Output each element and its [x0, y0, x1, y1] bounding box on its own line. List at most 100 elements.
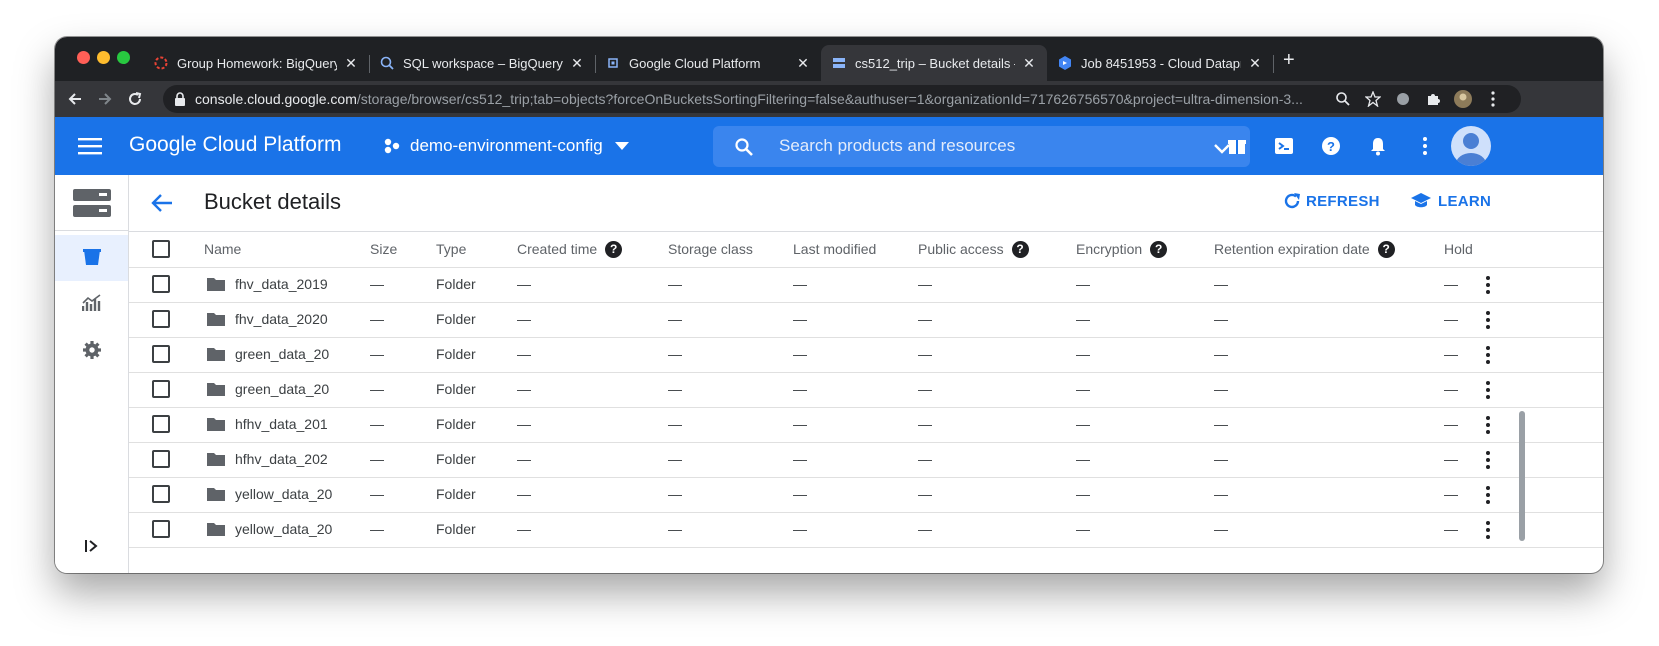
- close-icon[interactable]: ✕: [795, 55, 811, 71]
- more-vert-icon[interactable]: [1486, 345, 1490, 365]
- rail-item-monitoring[interactable]: [55, 282, 128, 328]
- col-header-last-modified[interactable]: Last modified: [793, 232, 876, 267]
- col-header-hold[interactable]: Hold: [1444, 232, 1473, 267]
- new-tab-button[interactable]: +: [1283, 50, 1295, 70]
- col-header-name[interactable]: Name: [204, 232, 241, 267]
- learn-button[interactable]: LEARN: [1411, 192, 1491, 210]
- col-header-type[interactable]: Type: [436, 232, 466, 267]
- row-checkbox[interactable]: [152, 450, 170, 468]
- table-row[interactable]: hfhv_data_202 — Folder — — — — — — —: [129, 442, 1603, 478]
- select-all-checkbox[interactable]: [152, 240, 170, 258]
- address-bar[interactable]: console.cloud.google.com/storage/browser…: [163, 85, 1521, 113]
- col-header-public-access[interactable]: Public access?: [918, 232, 1029, 267]
- storage-product-icon: [55, 175, 128, 231]
- help-icon[interactable]: ?: [1319, 134, 1343, 158]
- puzzle-icon[interactable]: [1423, 89, 1443, 109]
- help-icon[interactable]: ?: [1011, 240, 1029, 258]
- account-avatar[interactable]: [1451, 126, 1491, 166]
- type-cell: Folder: [436, 346, 476, 362]
- search-input[interactable]: Search products and resources: [779, 136, 1015, 156]
- col-header-created[interactable]: Created time?: [517, 232, 623, 267]
- browser-tab[interactable]: Job 8451953 - Cloud Dataprep ✕: [1047, 45, 1273, 81]
- search-bar[interactable]: Search products and resources: [713, 126, 1250, 167]
- notifications-bell-icon[interactable]: [1366, 134, 1390, 158]
- gcp-logo[interactable]: Google Cloud Platform: [129, 133, 341, 157]
- col-header-retention[interactable]: Retention expiration date?: [1214, 232, 1395, 267]
- zoom-icon[interactable]: [1335, 91, 1351, 107]
- back-arrow-icon[interactable]: [151, 193, 173, 218]
- close-icon[interactable]: ✕: [569, 55, 585, 71]
- object-name-link[interactable]: yellow_data_20: [235, 477, 335, 512]
- col-header-public-access-label: Public access: [918, 241, 1004, 257]
- browser-menu-icon[interactable]: [1483, 89, 1503, 109]
- more-vert-icon[interactable]: [1413, 134, 1437, 158]
- rail-item-settings[interactable]: [55, 329, 128, 375]
- project-selector[interactable]: demo-environment-config: [383, 136, 629, 156]
- row-checkbox[interactable]: [152, 345, 170, 363]
- more-vert-icon[interactable]: [1486, 450, 1490, 470]
- object-name-link[interactable]: hfhv_data_201: [235, 407, 335, 442]
- col-header-size[interactable]: Size: [370, 232, 397, 267]
- row-checkbox[interactable]: [152, 415, 170, 433]
- table-row[interactable]: fhv_data_2019 — Folder — — — — — — —: [129, 267, 1603, 303]
- browser-tab[interactable]: Group Homework: BigQuery - ✕: [143, 45, 369, 81]
- encryption-cell: —: [1076, 311, 1090, 327]
- row-checkbox[interactable]: [152, 520, 170, 538]
- public-access-cell: —: [918, 311, 932, 327]
- object-name-link[interactable]: hfhv_data_202: [235, 442, 335, 477]
- row-checkbox[interactable]: [152, 275, 170, 293]
- row-checkbox[interactable]: [152, 310, 170, 328]
- browser-tab-active[interactable]: cs512_trip – Bucket details – S ✕: [821, 45, 1047, 81]
- table-row[interactable]: fhv_data_2020 — Folder — — — — — — —: [129, 302, 1603, 338]
- close-icon[interactable]: ✕: [1247, 55, 1263, 71]
- refresh-button[interactable]: REFRESH: [1283, 192, 1380, 210]
- forward-icon[interactable]: [95, 89, 115, 109]
- expand-icon: [84, 539, 99, 558]
- reload-icon[interactable]: [125, 89, 145, 109]
- help-icon[interactable]: ?: [605, 240, 623, 258]
- close-icon[interactable]: ✕: [343, 55, 359, 71]
- more-vert-icon[interactable]: [1486, 415, 1490, 435]
- object-name-link[interactable]: yellow_data_20: [235, 512, 335, 547]
- bookmark-star-icon[interactable]: [1364, 90, 1382, 108]
- size-cell: —: [370, 311, 384, 327]
- rail-item-browser[interactable]: [55, 235, 128, 281]
- browser-tab[interactable]: Google Cloud Platform ✕: [595, 45, 821, 81]
- object-name-link[interactable]: green_data_20: [235, 372, 335, 407]
- more-vert-icon[interactable]: [1486, 275, 1490, 295]
- extension-icon[interactable]: [1393, 89, 1413, 109]
- object-name-link[interactable]: green_data_20: [235, 337, 335, 372]
- row-checkbox[interactable]: [152, 380, 170, 398]
- table-row[interactable]: green_data_20 — Folder — — — — — — —: [129, 337, 1603, 373]
- table-row[interactable]: hfhv_data_201 — Folder — — — — — — —: [129, 407, 1603, 443]
- help-icon[interactable]: ?: [1150, 240, 1168, 258]
- size-cell: —: [370, 521, 384, 537]
- back-icon[interactable]: [65, 89, 85, 109]
- table-row[interactable]: green_data_20 — Folder — — — — — — —: [129, 372, 1603, 408]
- vertical-scrollbar[interactable]: [1519, 411, 1525, 541]
- more-vert-icon[interactable]: [1486, 485, 1490, 505]
- table-row[interactable]: yellow_data_20 — Folder — — — — — — —: [129, 512, 1603, 548]
- more-vert-icon[interactable]: [1486, 310, 1490, 330]
- table-row[interactable]: yellow_data_20 — Folder — — — — — — —: [129, 477, 1603, 513]
- lock-icon[interactable]: [173, 91, 189, 107]
- browser-tab[interactable]: SQL workspace – BigQuery – ✕: [369, 45, 595, 81]
- maximize-window-button[interactable]: [117, 51, 130, 64]
- hamburger-menu-icon[interactable]: [78, 134, 102, 158]
- gift-icon[interactable]: [1225, 134, 1249, 158]
- col-header-encryption[interactable]: Encryption?: [1076, 232, 1168, 267]
- close-icon[interactable]: ✕: [1021, 55, 1037, 71]
- row-checkbox[interactable]: [152, 485, 170, 503]
- expand-rail-button[interactable]: [55, 525, 128, 571]
- profile-icon[interactable]: [1453, 89, 1473, 109]
- minimize-window-button[interactable]: [97, 51, 110, 64]
- col-header-encryption-label: Encryption: [1076, 241, 1143, 257]
- close-window-button[interactable]: [77, 51, 90, 64]
- object-name-link[interactable]: fhv_data_2019: [235, 267, 335, 302]
- object-name-link[interactable]: fhv_data_2020: [235, 302, 335, 337]
- help-icon[interactable]: ?: [1377, 240, 1395, 258]
- cloud-shell-icon[interactable]: [1272, 134, 1296, 158]
- more-vert-icon[interactable]: [1486, 520, 1490, 540]
- col-header-storage-class[interactable]: Storage class: [668, 232, 753, 267]
- more-vert-icon[interactable]: [1486, 380, 1490, 400]
